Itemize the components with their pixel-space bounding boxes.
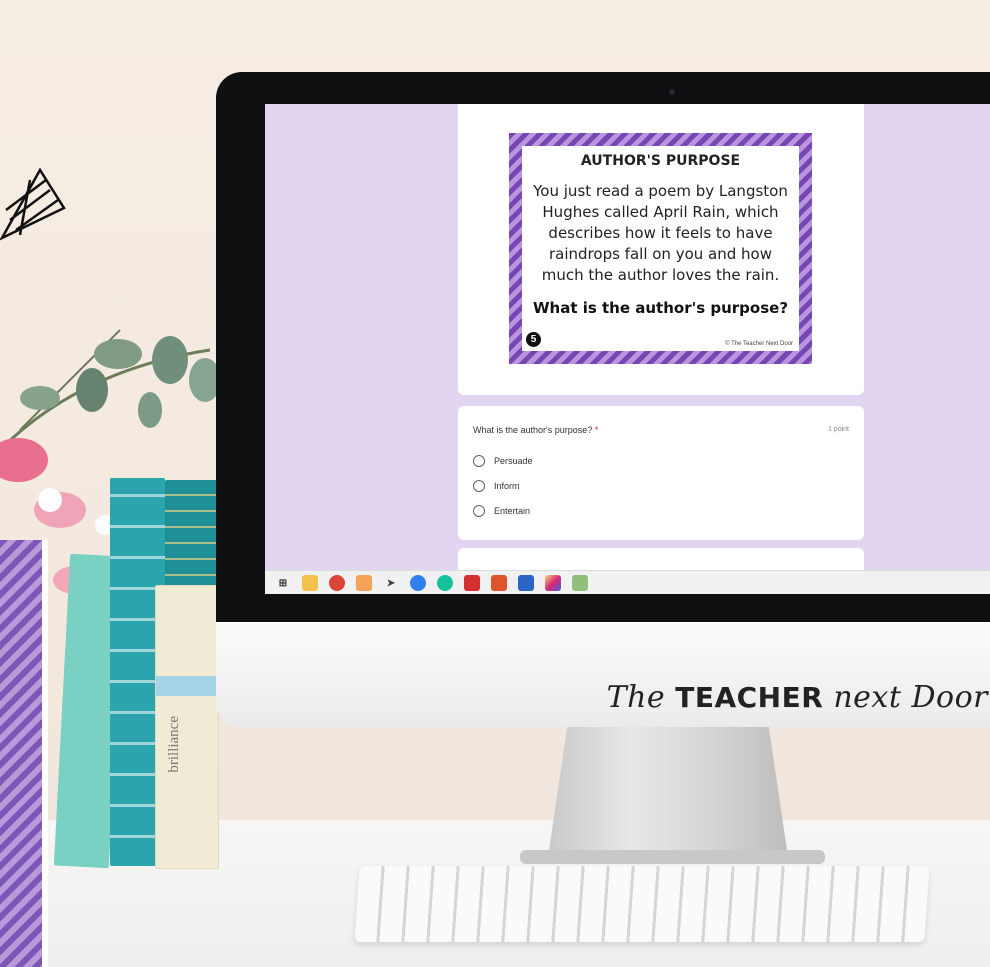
option-persuade[interactable]: Persuade xyxy=(473,453,533,469)
instagram-icon[interactable] xyxy=(545,575,561,591)
radio-icon[interactable] xyxy=(473,455,485,467)
keyboard xyxy=(354,866,930,942)
option-entertain[interactable]: Entertain xyxy=(473,503,530,519)
purple-task-card-corner xyxy=(0,540,48,967)
form-header-card: AUTHOR'S PURPOSE You just read a poem by… xyxy=(458,104,864,395)
image-app-icon[interactable] xyxy=(572,575,588,591)
radio-icon[interactable] xyxy=(473,505,485,517)
task-card-number: 5 xyxy=(526,332,541,347)
task-card-title: AUTHOR'S PURPOSE xyxy=(580,153,741,169)
task-card-copyright: © The Teacher Next Door xyxy=(725,341,793,347)
chrome-icon[interactable] xyxy=(329,575,345,591)
question-points: 1 point xyxy=(827,426,849,433)
monitor-chin: The TEACHER next Door xyxy=(216,622,990,727)
acrobat-icon[interactable] xyxy=(464,575,480,591)
monitor-bezel: AUTHOR'S PURPOSE You just read a poem by… xyxy=(216,72,990,622)
option-label: Entertain xyxy=(494,506,531,516)
option-label: Inform xyxy=(494,481,520,491)
monitor-stand xyxy=(548,727,788,857)
task-card-image: AUTHOR'S PURPOSE You just read a poem by… xyxy=(509,133,812,364)
zoom-icon[interactable] xyxy=(356,575,372,591)
task-view-icon[interactable]: ⊞ xyxy=(275,575,291,591)
word-icon[interactable] xyxy=(518,575,534,591)
task-card-question: What is the author's purpose? xyxy=(532,299,789,317)
monitor-stand-base xyxy=(520,850,825,864)
file-explorer-icon[interactable] xyxy=(302,575,318,591)
radio-icon[interactable] xyxy=(473,480,485,492)
book-cream: brilliance xyxy=(155,585,219,869)
grammarly-icon[interactable] xyxy=(437,575,453,591)
sketch-drawing xyxy=(0,167,66,241)
question-card: What is the author's purpose? * 1 point … xyxy=(458,406,864,540)
screen: AUTHOR'S PURPOSE You just read a poem by… xyxy=(265,104,990,594)
circle-app-icon[interactable] xyxy=(410,575,426,591)
option-label: Persuade xyxy=(494,456,533,466)
brand-logo: The TEACHER next Door xyxy=(606,680,988,715)
book-teal-pattern xyxy=(165,480,217,590)
question-title: What is the author's purpose? * xyxy=(473,425,599,435)
book-spine-title: brilliance xyxy=(166,716,182,773)
task-card-body: You just read a poem by Langston Hughes … xyxy=(533,182,788,284)
monitor: AUTHOR'S PURPOSE You just read a poem by… xyxy=(216,72,990,727)
camera-icon xyxy=(669,89,675,95)
arrow-app-icon[interactable]: ➤ xyxy=(383,575,399,591)
powerpoint-icon[interactable] xyxy=(491,575,507,591)
required-mark: * xyxy=(594,425,599,435)
option-inform[interactable]: Inform xyxy=(473,478,520,494)
windows-taskbar: ⊞ ➤ xyxy=(265,570,990,594)
